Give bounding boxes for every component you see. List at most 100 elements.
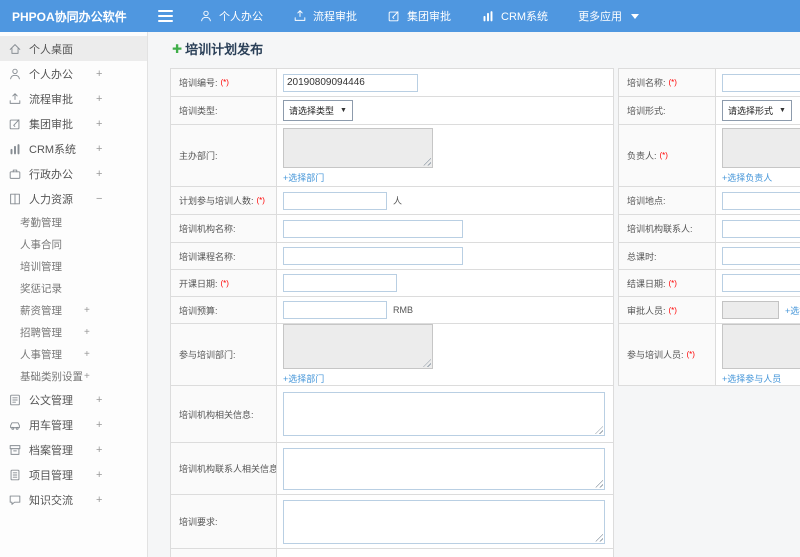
org-name-label-cell: 培训机构名称: bbox=[171, 215, 277, 242]
sidebar-item-project[interactable]: 项目管理 + bbox=[0, 462, 147, 487]
nav-personal-office-label: 个人办公 bbox=[219, 11, 263, 23]
nav-crm-system[interactable]: CRM系统 bbox=[481, 8, 548, 24]
expand-indicator: + bbox=[96, 443, 103, 456]
sidebar-item-crm-system[interactable]: CRM系统 + bbox=[0, 136, 147, 161]
training-type-select[interactable]: 请选择类型 ▼ bbox=[283, 100, 353, 121]
training-type-field-cell: 请选择类型 ▼ bbox=[277, 97, 613, 124]
sidebar-item-admin-office[interactable]: 行政办公 + bbox=[0, 161, 147, 186]
training-form-select[interactable]: 请选择形式 ▼ bbox=[722, 100, 792, 121]
approver-field-cell: +选择审批人员 bbox=[716, 297, 800, 323]
nav-workflow-approval[interactable]: 流程审批 bbox=[293, 8, 357, 24]
training-no-input[interactable] bbox=[283, 73, 418, 92]
sidebar-subitem-reward-punish[interactable]: 奖惩记录 bbox=[0, 277, 147, 299]
org-contact-info-textarea[interactable] bbox=[283, 447, 605, 490]
start-date-input[interactable] bbox=[283, 274, 397, 292]
expand-indicator: + bbox=[96, 142, 103, 155]
training-name-label: 培训名称: bbox=[627, 78, 666, 88]
org-contact-field-cell bbox=[716, 215, 800, 242]
doc-icon bbox=[8, 393, 22, 407]
sidebar-subitem-label: 奖惩记录 bbox=[20, 282, 62, 295]
training-no-field-cell bbox=[277, 69, 613, 96]
approver-label: 审批人员: bbox=[627, 305, 666, 316]
budget-input[interactable] bbox=[283, 301, 387, 319]
planned-count-input[interactable] bbox=[283, 191, 387, 210]
org-name-input[interactable] bbox=[283, 219, 463, 238]
training-req-textarea[interactable] bbox=[283, 499, 605, 544]
caret-down-icon: ▼ bbox=[340, 107, 347, 114]
join-dept-box[interactable] bbox=[283, 324, 433, 369]
upload-icon bbox=[293, 9, 307, 23]
required-mark: (*) bbox=[668, 78, 677, 87]
org-info-field-cell bbox=[277, 386, 613, 442]
sidebar-item-group-approval[interactable]: 集团审批 + bbox=[0, 111, 147, 136]
archive-icon bbox=[8, 443, 22, 457]
sidebar-subitem-base-category[interactable]: 基础类别设置 + bbox=[0, 365, 147, 387]
sidebar-item-vehicle[interactable]: 用车管理 + bbox=[0, 412, 147, 437]
participants-box[interactable] bbox=[722, 324, 800, 369]
upload-icon bbox=[8, 92, 22, 106]
leader-label: 负责人: bbox=[627, 151, 657, 161]
participants-select-link[interactable]: +选择参与人员 bbox=[722, 372, 781, 385]
leader-select-link[interactable]: +选择负责人 bbox=[722, 171, 772, 184]
hamburger-menu-icon[interactable] bbox=[158, 10, 173, 22]
main-content: ✚ 培训计划发布 培训编号:(*)培训类型:请选择类型▼主办部门:+选择部门计划… bbox=[148, 32, 800, 557]
end-date-input[interactable] bbox=[722, 274, 800, 292]
nav-more-apps[interactable]: 更多应用 bbox=[578, 8, 640, 24]
sidebar-item-archive[interactable]: 档案管理 + bbox=[0, 437, 147, 462]
host-dept-label-cell: 主办部门: bbox=[171, 125, 277, 186]
sidebar-subitem-label: 基础类别设置 bbox=[20, 370, 83, 383]
sidebar-subitem-personnel[interactable]: 人事管理 + bbox=[0, 343, 147, 365]
nav-group-approval[interactable]: 集团审批 bbox=[387, 8, 451, 24]
required-mark: (*) bbox=[659, 151, 668, 160]
host-dept-box[interactable] bbox=[283, 127, 433, 168]
leader-box[interactable] bbox=[722, 127, 800, 168]
training-name-label-cell: 培训名称: (*) bbox=[619, 69, 716, 96]
location-input[interactable] bbox=[722, 191, 800, 210]
form-row-end-date: 结课日期: (*) bbox=[619, 270, 800, 297]
sidebar-item-document[interactable]: 公文管理 + bbox=[0, 387, 147, 412]
form-row-org-contact-info: 培训机构联系人相关信息: bbox=[171, 443, 613, 495]
approver-input[interactable] bbox=[722, 301, 779, 319]
form-row-org-contact: 培训机构联系人: bbox=[619, 215, 800, 243]
sidebar-subitem-hr-contract[interactable]: 人事合同 bbox=[0, 233, 147, 255]
required-mark: (*) bbox=[256, 196, 265, 205]
sidebar-item-workflow-approval[interactable]: 流程审批 + bbox=[0, 86, 147, 111]
sidebar-item-label: 档案管理 bbox=[29, 444, 73, 457]
nav-personal-office[interactable]: 个人办公 bbox=[199, 8, 263, 24]
training-no-label-cell: 培训编号: (*) bbox=[171, 69, 277, 96]
sidebar-item-personal-office[interactable]: 个人办公 + bbox=[0, 61, 147, 86]
approver-select-link[interactable]: +选择审批人员 bbox=[785, 304, 800, 317]
user-icon bbox=[199, 9, 213, 23]
app-brand: PHPOA协同办公软件 bbox=[12, 9, 127, 24]
sidebar-item-label: 集团审批 bbox=[29, 118, 73, 131]
start-date-label: 开课日期: bbox=[179, 278, 218, 289]
start-date-label-cell: 开课日期: (*) bbox=[171, 270, 277, 296]
sidebar-item-personal-desktop[interactable]: 个人桌面 bbox=[0, 36, 147, 61]
total-hours-input[interactable] bbox=[722, 247, 800, 265]
org-contact-input[interactable] bbox=[722, 219, 800, 238]
form-row-approver: 审批人员:(*) +选择审批人员 bbox=[619, 297, 800, 324]
form-row-location: 培训地点: bbox=[619, 187, 800, 215]
training-form-field-cell: 请选择形式 ▼ bbox=[716, 97, 800, 124]
sidebar-subitem-recruit[interactable]: 招聘管理 + bbox=[0, 321, 147, 343]
sidebar-item-label: 项目管理 bbox=[29, 469, 73, 482]
sidebar-subitem-label: 招聘管理 bbox=[20, 326, 62, 339]
training-name-input[interactable] bbox=[722, 73, 800, 92]
host-dept-select-link[interactable]: +选择部门 bbox=[283, 171, 324, 184]
sidebar-item-knowledge[interactable]: 知识交流 + bbox=[0, 487, 147, 512]
training-req-label: 培训要求: bbox=[179, 517, 218, 527]
sidebar-item-label: 个人桌面 bbox=[29, 43, 73, 56]
sidebar-subitem-training[interactable]: 培训管理 bbox=[0, 255, 147, 277]
org-info-textarea[interactable] bbox=[283, 392, 605, 436]
sidebar-item-hr[interactable]: 人力资源 − bbox=[0, 186, 147, 211]
form-row-planned-count: 计划参与培训人数: (*) 人 bbox=[171, 187, 613, 215]
course-name-input[interactable] bbox=[283, 247, 463, 265]
expand-indicator: + bbox=[84, 304, 90, 316]
join-dept-select-link[interactable]: +选择部门 bbox=[283, 372, 324, 385]
sidebar-subitem-attendance[interactable]: 考勤管理 bbox=[0, 211, 147, 233]
training-type-label: 培训类型: bbox=[179, 106, 218, 116]
sidebar-subitem-salary[interactable]: 薪资管理 + bbox=[0, 299, 147, 321]
join-dept-label: 参与培训部门: bbox=[179, 350, 236, 360]
budget-label-cell: 培训预算: bbox=[171, 297, 277, 323]
org-contact-info-label-cell: 培训机构联系人相关信息: bbox=[171, 443, 277, 494]
